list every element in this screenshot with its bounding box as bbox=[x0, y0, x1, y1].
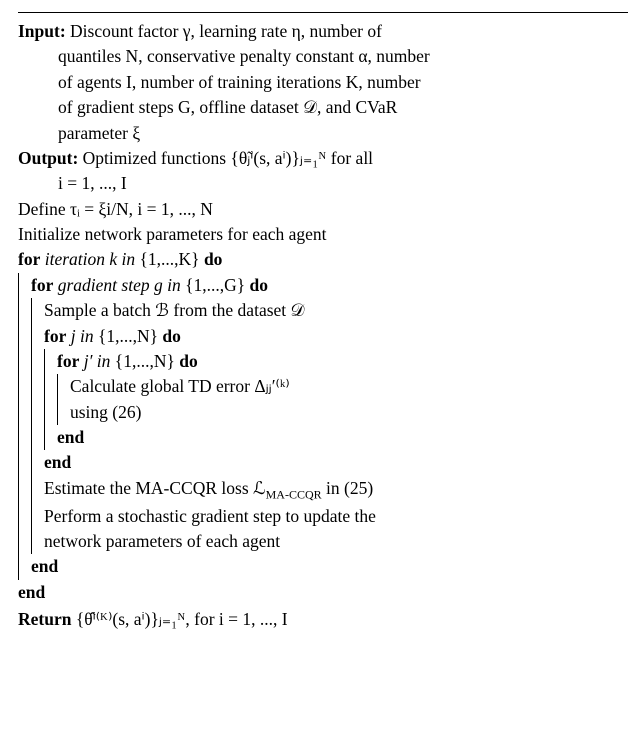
output-text-1: Optimized functions {θ̃ⱼⁱ(s, aⁱ)}ⱼ₌₁ᴺ fo… bbox=[78, 148, 373, 168]
kw-do: do bbox=[175, 351, 198, 371]
perform-line-2: network parameters of each agent bbox=[44, 529, 628, 554]
define-line: Define τᵢ = ξi/N, i = 1, ..., N bbox=[18, 197, 628, 222]
kw-for: for bbox=[31, 275, 53, 295]
input-text-3: of agents I, number of training iteratio… bbox=[58, 70, 628, 95]
for-g-set: {1,...,G} bbox=[185, 275, 245, 295]
end-j: end bbox=[44, 450, 628, 475]
bar-icon bbox=[18, 273, 31, 580]
for-g-body: Sample a batch ℬ from the dataset 𝒟 for … bbox=[31, 298, 628, 554]
for-jprime-body: Calculate global TD error Δⱼⱼ′⁽ᵏ⁾ using … bbox=[57, 374, 628, 425]
for-k-body: for gradient step g in {1,...,G} do Samp… bbox=[18, 273, 628, 580]
perform-line-1: Perform a stochastic gradient step to up… bbox=[44, 504, 628, 529]
end-g: end bbox=[31, 554, 628, 579]
for-k-cond: iteration k in bbox=[40, 249, 139, 269]
calc-line-1: Calculate global TD error Δⱼⱼ′⁽ᵏ⁾ bbox=[70, 374, 628, 399]
for-j-cond: j in bbox=[66, 326, 98, 346]
for-k-head: for iteration k in {1,...,K} do bbox=[18, 247, 628, 272]
kw-end: end bbox=[57, 427, 84, 447]
input-label: Input: bbox=[18, 21, 66, 41]
for-j-set: {1,...,N} bbox=[98, 326, 158, 346]
for-jprime-set: {1,...,N} bbox=[115, 351, 175, 371]
kw-end: end bbox=[18, 582, 45, 602]
sample-line: Sample a batch ℬ from the dataset 𝒟 bbox=[44, 298, 628, 323]
input-text-1: Discount factor γ, learning rate η, numb… bbox=[66, 21, 382, 41]
return-label: Return bbox=[18, 609, 71, 629]
for-g-cond: gradient step g in bbox=[53, 275, 185, 295]
rule-top bbox=[18, 12, 628, 13]
for-j-body: for j′ in {1,...,N} do Calculate global … bbox=[44, 349, 628, 451]
bar-icon bbox=[44, 349, 57, 451]
input-line: Input: Discount factor γ, learning rate … bbox=[18, 19, 628, 146]
algorithm-block: Input: Discount factor γ, learning rate … bbox=[0, 0, 640, 635]
init-line: Initialize network parameters for each a… bbox=[18, 222, 628, 247]
for-jprime-cond: j′ in bbox=[79, 351, 114, 371]
estimate-tail: in (25) bbox=[322, 478, 374, 498]
kw-end: end bbox=[31, 556, 58, 576]
kw-for: for bbox=[57, 351, 79, 371]
kw-for: for bbox=[44, 326, 66, 346]
for-jprime-head: for j′ in {1,...,N} do bbox=[57, 349, 628, 374]
kw-do: do bbox=[158, 326, 181, 346]
end-k: end bbox=[18, 580, 628, 605]
for-k-set: {1,...,K} bbox=[140, 249, 200, 269]
estimate-sub: MA-CCQR bbox=[266, 487, 322, 501]
output-line: Output: Optimized functions {θ̃ⱼⁱ(s, aⁱ)… bbox=[18, 146, 628, 197]
input-text-4: of gradient steps G, offline dataset 𝒟, … bbox=[58, 95, 628, 120]
kw-end: end bbox=[44, 452, 71, 472]
calc-line-2: using (26) bbox=[70, 400, 628, 425]
kw-do: do bbox=[245, 275, 268, 295]
for-g-head: for gradient step g in {1,...,G} do bbox=[31, 273, 628, 298]
bar-icon bbox=[57, 374, 70, 425]
return-text: {θ̂ⁱ⁽ᴷ⁾(s, aⁱ)}ⱼ₌₁ᴺ, for i = 1, ..., I bbox=[71, 609, 287, 629]
output-label: Output: bbox=[18, 148, 78, 168]
input-text-2: quantiles N, conservative penalty consta… bbox=[58, 44, 628, 69]
estimate-text: Estimate the MA-CCQR loss ℒ bbox=[44, 478, 266, 498]
return-line: Return {θ̂ⁱ⁽ᴷ⁾(s, aⁱ)}ⱼ₌₁ᴺ, for i = 1, .… bbox=[18, 607, 628, 632]
kw-do: do bbox=[200, 249, 223, 269]
bar-icon bbox=[31, 298, 44, 554]
input-text-5: parameter ξ bbox=[58, 121, 628, 146]
end-jprime: end bbox=[57, 425, 628, 450]
for-j-head: for j in {1,...,N} do bbox=[44, 324, 628, 349]
estimate-line: Estimate the MA-CCQR loss ℒMA-CCQR in (2… bbox=[44, 476, 628, 504]
output-text-2: i = 1, ..., I bbox=[58, 171, 628, 196]
kw-for: for bbox=[18, 249, 40, 269]
